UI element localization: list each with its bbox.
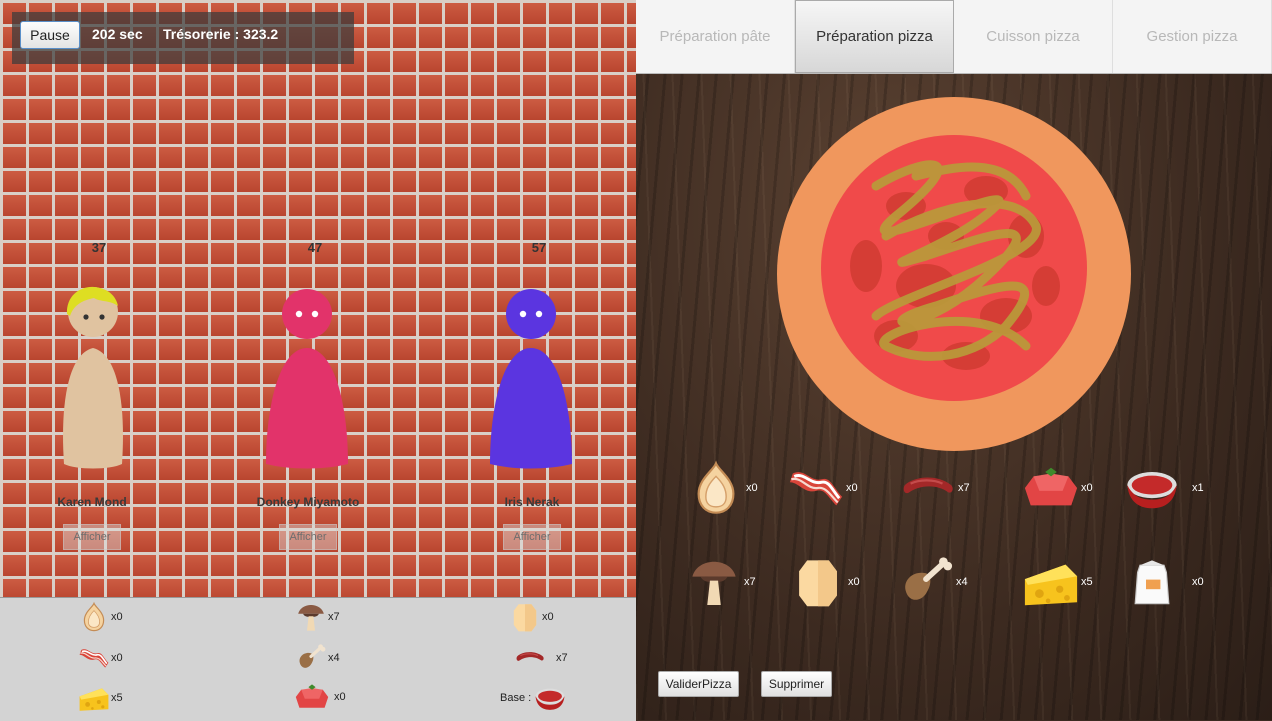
dough-icon (508, 600, 542, 634)
ingredient-bacon[interactable]: x0 (786, 458, 858, 518)
customer-score: 57 (531, 240, 547, 255)
inventory-bacon: x0 (77, 641, 123, 675)
bacon-icon (77, 641, 111, 675)
customer-avatar (490, 289, 572, 469)
sauce-icon (1120, 458, 1184, 518)
ingredient-onion[interactable]: x0 (686, 458, 758, 518)
inventory-panel: x0 x7 x0 x0 x4 x7 x5 x0 Base : (0, 597, 636, 721)
delete-pizza-button[interactable]: Supprimer (761, 671, 832, 697)
ingredient-mushroom[interactable]: x7 (684, 552, 756, 612)
kitchen-panel: Préparation pâte Préparation pizza Cuiss… (636, 0, 1272, 720)
customer-score: 47 (307, 240, 323, 255)
ingredient-count: x4 (956, 576, 968, 588)
customer-avatar (63, 286, 123, 469)
inventory-chicken: x4 (294, 641, 340, 675)
ingredient-count: x0 (848, 576, 860, 588)
ingredient-count: x0 (746, 482, 758, 494)
onion-icon (77, 600, 111, 634)
validate-pizza-button[interactable]: ValiderPizza (658, 671, 739, 697)
inventory-count: x7 (328, 611, 340, 623)
onion-icon (686, 458, 746, 518)
restaurant-scene: Pause 202 sec Trésorerie : 323.2 37 Kare… (0, 0, 636, 597)
customer-name: Karen Mond (57, 495, 127, 509)
cheese-icon (1021, 552, 1081, 612)
chicken-icon (294, 641, 328, 675)
customer-avatar (266, 289, 348, 469)
sausage-icon (898, 458, 958, 518)
inventory-onion: x0 (77, 600, 123, 634)
tab-pizza-prep[interactable]: Préparation pizza (795, 0, 954, 73)
inventory-count: x0 (334, 691, 346, 703)
inventory-cheese: x5 (77, 681, 123, 715)
dough-icon (788, 552, 848, 612)
ingredient-count: x7 (744, 576, 756, 588)
ingredient-dough[interactable]: x0 (788, 552, 860, 612)
ingredient-cheese[interactable]: x5 (1021, 552, 1093, 612)
customer-donkey: 47 Donkey Miyamoto Afficher (238, 240, 378, 560)
ingredient-count: x0 (1192, 576, 1204, 588)
ingredient-count: x1 (1192, 482, 1204, 494)
ingredient-sausage[interactable]: x7 (898, 458, 970, 518)
inventory-dough: x0 (508, 600, 554, 634)
flour-icon (1122, 552, 1182, 612)
customer-iris: 57 Iris Nerak Afficher (462, 240, 602, 560)
inventory-count: x4 (328, 652, 340, 664)
inventory-mushroom: x7 (294, 600, 340, 634)
ingredient-count: x7 (958, 482, 970, 494)
cheese-icon (77, 681, 111, 715)
customer-name: Iris Nerak (504, 495, 560, 509)
ingredient-flour[interactable]: x0 (1122, 552, 1204, 612)
tab-management[interactable]: Gestion pizza (1113, 0, 1272, 73)
timer-display: 202 sec (92, 26, 143, 42)
tomato-icon (290, 680, 334, 714)
ingredient-count: x0 (846, 482, 858, 494)
status-bar: Pause 202 sec Trésorerie : 323.2 (12, 12, 354, 64)
inventory-count: x0 (542, 611, 554, 623)
ingredient-sauce[interactable]: x1 (1120, 458, 1204, 518)
sauce-icon (533, 681, 567, 715)
ingredient-chicken[interactable]: x4 (896, 552, 968, 612)
inventory-base: Base : (500, 681, 567, 715)
inventory-sausage: x7 (504, 641, 568, 675)
customer-score: 37 (91, 240, 107, 255)
inventory-count: x0 (111, 611, 123, 623)
ingredient-count: x5 (1081, 576, 1093, 588)
sausage-icon (504, 641, 556, 675)
ingredient-count: x0 (1081, 482, 1093, 494)
customer-karen: 37 Karen Mond Afficher (22, 240, 162, 560)
chicken-icon (896, 552, 956, 612)
pause-button[interactable]: Pause (20, 21, 80, 49)
inventory-count: x0 (111, 652, 123, 664)
mushroom-icon (294, 600, 328, 634)
inventory-count: x5 (111, 692, 123, 704)
inventory-count: x7 (556, 652, 568, 664)
treasury-display: Trésorerie : 323.2 (163, 26, 279, 42)
tab-bar: Préparation pâte Préparation pizza Cuiss… (636, 0, 1272, 74)
bacon-icon (786, 458, 846, 518)
ingredient-tomato[interactable]: x0 (1021, 458, 1093, 518)
tab-baking[interactable]: Cuisson pizza (954, 0, 1113, 73)
show-order-button[interactable]: Afficher (279, 524, 337, 550)
base-label: Base : (500, 692, 532, 704)
show-order-button[interactable]: Afficher (503, 524, 561, 550)
inventory-tomato: x0 (290, 680, 346, 714)
show-order-button[interactable]: Afficher (63, 524, 121, 550)
customer-name: Donkey Miyamoto (256, 495, 360, 509)
tomato-icon (1021, 458, 1081, 518)
tab-dough-prep[interactable]: Préparation pâte (636, 0, 795, 73)
pizza-preview (777, 97, 1131, 451)
mushroom-icon (684, 552, 744, 612)
